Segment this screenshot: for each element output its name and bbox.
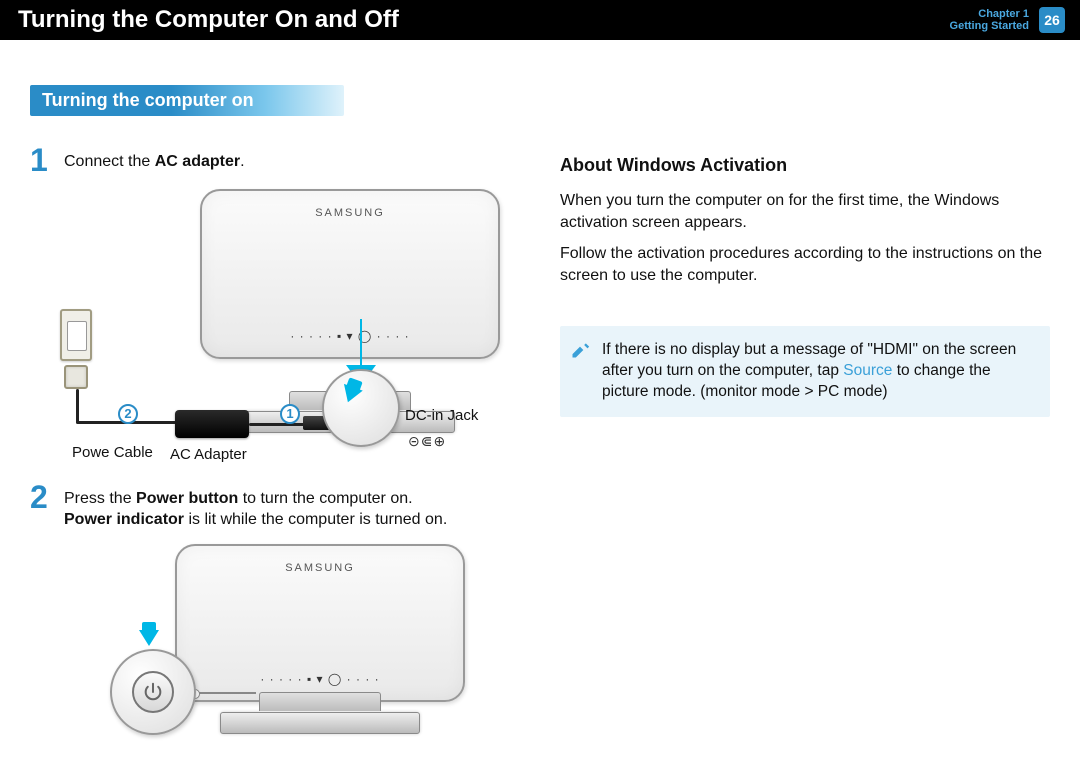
step-2: 2 Press the Power button to turn the com… <box>30 483 530 531</box>
callout-lead-line <box>196 692 256 694</box>
computer-illustration: SAMSUNG · · · · · ▪ ▾ ◯ · · · · <box>175 544 465 702</box>
text: Press the <box>64 490 136 507</box>
step-number: 2 <box>30 483 52 531</box>
ac-adapter-illustration <box>175 410 249 438</box>
section-heading: Turning the computer on <box>30 85 344 116</box>
text-bold: AC adapter <box>155 153 240 170</box>
chapter-line1: Chapter 1 <box>950 8 1029 20</box>
step-number: 1 <box>30 146 52 175</box>
text: is lit while the computer is turned on. <box>184 511 447 528</box>
callout-badge-2: 2 <box>118 404 138 424</box>
figure-ac-adapter: SAMSUNG · · · · · ▪ ▾ ◯ · · · · 1 2 Powe… <box>70 189 530 469</box>
text: to turn the computer on. <box>238 490 412 507</box>
content-area: Turning the computer on 1 Connect the AC… <box>0 40 1080 758</box>
text-bold: Power button <box>136 490 238 507</box>
label-power-cable: Powe Cable <box>72 444 153 461</box>
note-icon <box>570 340 590 367</box>
label-dc-jack: DC-in Jack <box>405 407 478 424</box>
page-number-badge: 26 <box>1039 7 1065 33</box>
power-icon <box>132 671 174 713</box>
header-bar: Turning the Computer On and Off Chapter … <box>0 0 1080 40</box>
subsection-heading: About Windows Activation <box>560 155 1050 176</box>
header-meta: Chapter 1 Getting Started 26 <box>950 7 1065 33</box>
brand-label: SAMSUNG <box>315 207 385 219</box>
callout-magnifier <box>322 369 400 447</box>
callout-magnifier <box>110 649 196 735</box>
chapter-label: Chapter 1 Getting Started <box>950 8 1029 32</box>
paragraph: When you turn the computer on for the fi… <box>560 190 1050 233</box>
text: . <box>240 153 244 170</box>
step-1: 1 Connect the AC adapter. <box>30 146 530 175</box>
cable-segment <box>249 423 305 426</box>
plug-illustration <box>64 365 88 389</box>
speaker-dots: · · · · · ▪ ▾ ◯ · · · · <box>290 329 409 343</box>
brand-label: SAMSUNG <box>285 562 355 574</box>
paragraph: Follow the activation procedures accordi… <box>560 243 1050 286</box>
wall-outlet-illustration <box>60 309 92 361</box>
callout-badge-1: 1 <box>280 404 300 424</box>
computer-illustration: SAMSUNG · · · · · ▪ ▾ ◯ · · · · <box>200 189 500 359</box>
step-text: Connect the AC adapter. <box>64 146 245 175</box>
left-column: Turning the computer on 1 Connect the AC… <box>30 85 530 758</box>
label-ac-adapter: AC Adapter <box>170 446 247 463</box>
note-box: If there is no display but a message of … <box>560 326 1050 417</box>
figure-power-button: SAMSUNG · · · · · ▪ ▾ ◯ · · · · <box>90 544 520 744</box>
callout-lead-line <box>360 319 362 371</box>
cable-segment <box>76 389 79 423</box>
chapter-line2: Getting Started <box>950 20 1029 32</box>
arrow-icon <box>139 622 159 646</box>
step-text: Press the Power button to turn the compu… <box>64 483 447 531</box>
dc-polarity-symbol: ⊝⋐⊕ <box>408 433 446 450</box>
computer-stand <box>220 712 420 734</box>
text-bold: Power indicator <box>64 511 184 528</box>
text: Connect the <box>64 153 155 170</box>
page-title: Turning the Computer On and Off <box>18 6 399 34</box>
source-keyword: Source <box>843 362 892 379</box>
right-column: About Windows Activation When you turn t… <box>560 85 1050 758</box>
speaker-dots: · · · · · ▪ ▾ ◯ · · · · <box>260 672 379 686</box>
